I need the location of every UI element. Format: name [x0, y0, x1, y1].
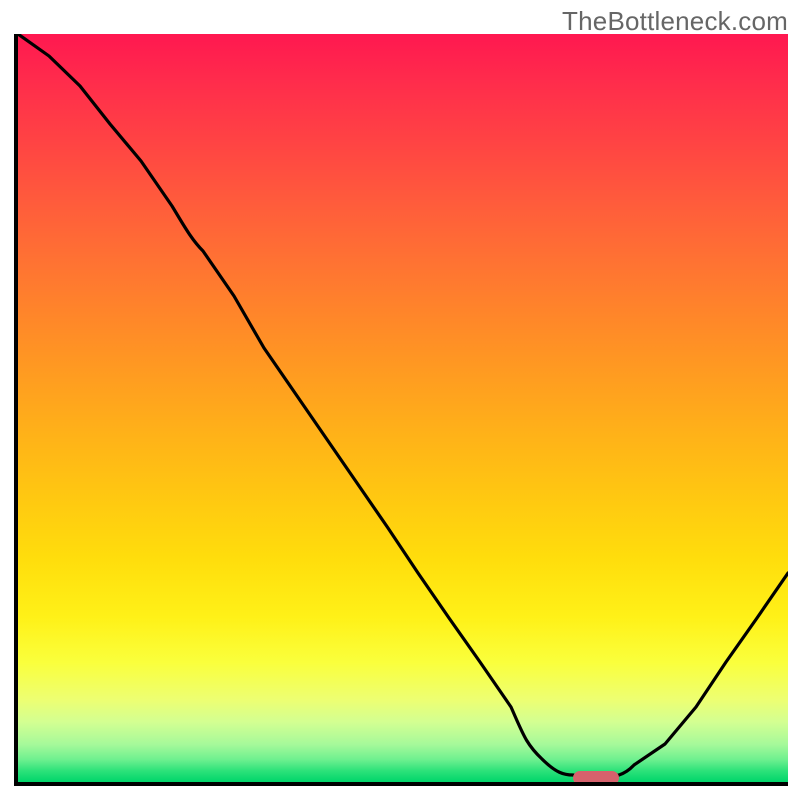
y-axis [14, 34, 18, 786]
plot-area [18, 34, 788, 782]
watermark-text: TheBottleneck.com [562, 6, 788, 37]
curve-svg [18, 34, 788, 782]
bottleneck-curve [18, 34, 788, 778]
axes-frame [14, 34, 788, 786]
chart-container: { "watermark": "TheBottleneck.com", "col… [0, 0, 800, 800]
optimal-range-marker [573, 771, 619, 782]
x-axis [14, 782, 788, 786]
